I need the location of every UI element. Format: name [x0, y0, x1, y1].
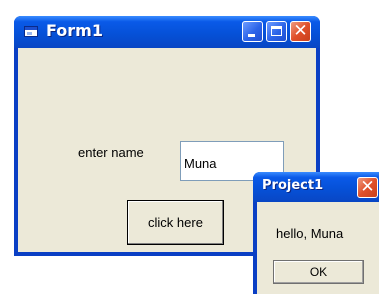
- minimize-icon[interactable]: [242, 21, 263, 42]
- msgbox-message: hello, Muna: [276, 226, 344, 241]
- name-label: enter name: [78, 145, 144, 160]
- msgbox-close-icon[interactable]: ✕: [357, 177, 378, 198]
- app-icon[interactable]: [24, 26, 38, 37]
- click-here-button[interactable]: click here: [127, 200, 224, 245]
- background-noise: [135, 0, 310, 10]
- msgbox-client-area: hello, Muna OK: [257, 202, 379, 294]
- msgbox-title-bar[interactable]: Project1 ✕: [253, 172, 379, 202]
- ok-button[interactable]: OK: [273, 260, 364, 284]
- msgbox-title: Project1: [262, 178, 324, 193]
- close-x-glyph: ✕: [293, 21, 308, 41]
- close-x-glyph: ✕: [360, 177, 375, 197]
- maximize-icon[interactable]: [266, 21, 287, 42]
- close-icon[interactable]: ✕: [290, 21, 311, 42]
- form1-title: Form1: [46, 21, 103, 40]
- project1-message-box: Project1 ✕ hello, Muna OK: [253, 172, 379, 294]
- form1-title-bar[interactable]: Form1 ✕: [14, 16, 320, 48]
